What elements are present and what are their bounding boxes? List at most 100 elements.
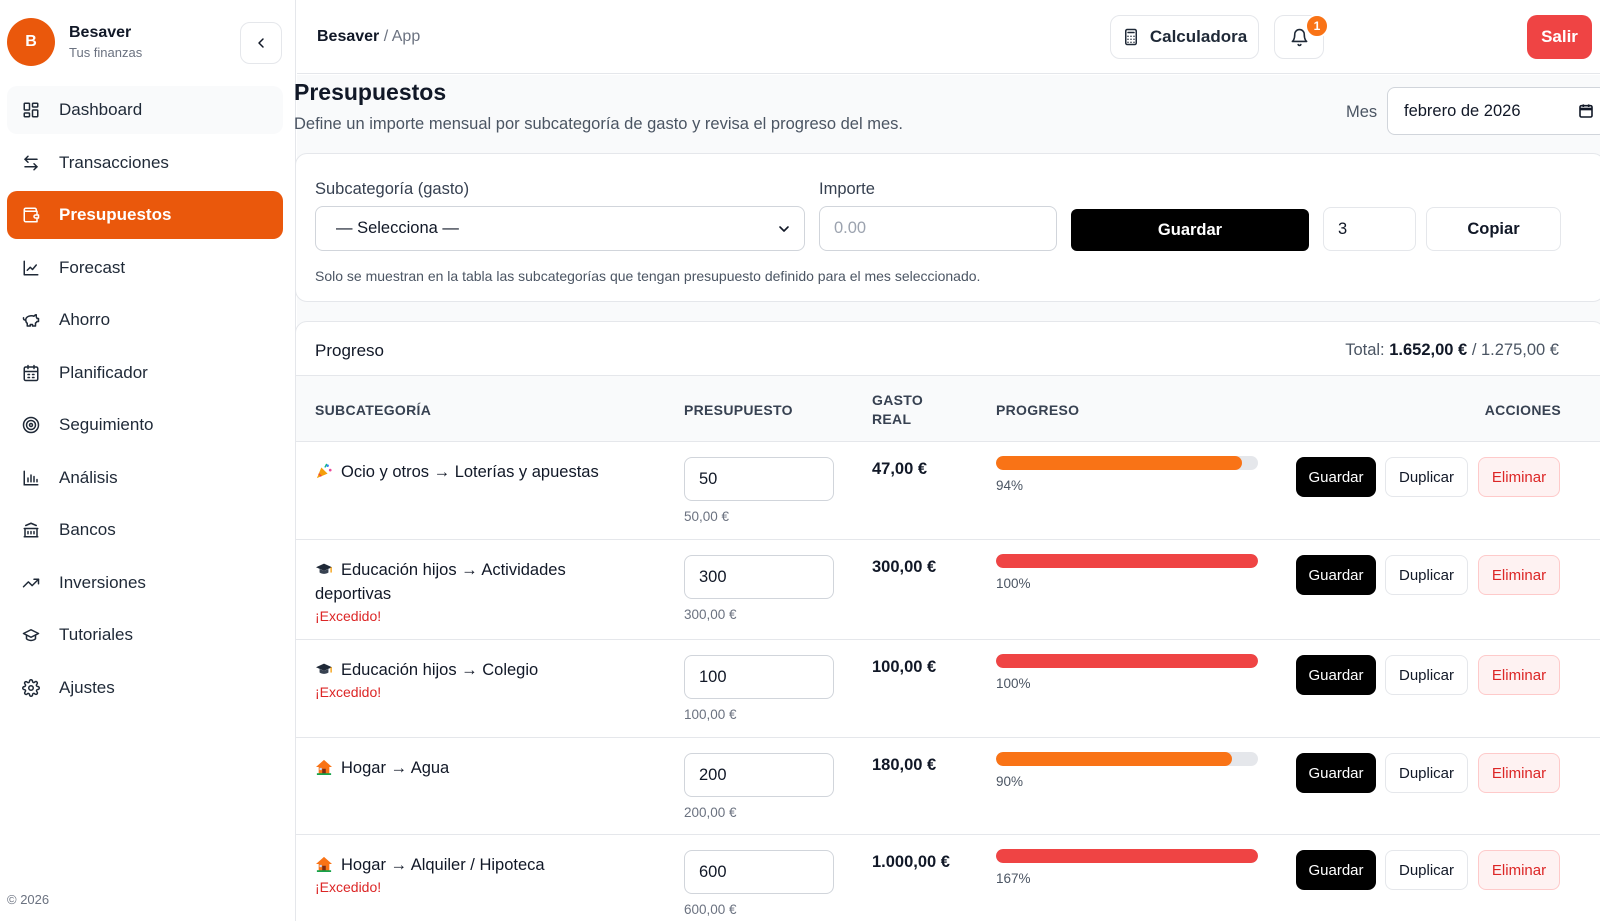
- row-exceeded-label: ¡Excedido!: [315, 684, 382, 700]
- row-budget-formatted: 100,00 €: [684, 707, 737, 722]
- sidebar-nav: Dashboard Transacciones Presupuestos For…: [7, 86, 283, 716]
- bank-icon: [21, 520, 41, 540]
- row-save-button[interactable]: Guardar: [1296, 850, 1376, 890]
- sidebar-item-forecast[interactable]: Forecast: [7, 244, 283, 292]
- row-progress-fill: [996, 456, 1243, 470]
- sidebar-item-ahorro[interactable]: Ahorro: [7, 296, 283, 344]
- sidebar-item-seguimiento[interactable]: Seguimiento: [7, 401, 283, 449]
- row-budget-input[interactable]: 300: [684, 555, 834, 599]
- brand-subtitle: Tus finanzas: [69, 45, 143, 60]
- sidebar-item-bancos[interactable]: Bancos: [7, 506, 283, 554]
- sidebar-item-inversiones[interactable]: Inversiones: [7, 559, 283, 607]
- sidebar-item-label: Transacciones: [59, 152, 169, 172]
- bar-chart-icon: [21, 468, 41, 488]
- row-real-spent: 100,00 €: [872, 658, 937, 676]
- table-row: Educación hijos → Colegio ¡Excedido! 100…: [296, 639, 1600, 737]
- subcategory-label: Subcategoría (gasto): [315, 180, 470, 198]
- row-progress-percent: 100%: [996, 576, 1031, 591]
- dashboard-icon: [21, 100, 41, 120]
- row-budget-input[interactable]: 100: [684, 655, 834, 699]
- brand-logo: B: [7, 18, 55, 66]
- row-subcategory-name: Ocio y otros → Loterías y apuestas: [341, 463, 599, 481]
- row-save-button[interactable]: Guardar: [1296, 753, 1376, 793]
- sidebar-item-tutoriales[interactable]: Tutoriales: [7, 611, 283, 659]
- row-delete-button[interactable]: Eliminar: [1478, 753, 1560, 793]
- breadcrumb-root[interactable]: Besaver: [317, 28, 379, 45]
- save-budget-button[interactable]: Guardar: [1071, 209, 1309, 251]
- row-save-button[interactable]: Guardar: [1296, 555, 1376, 595]
- month-picker[interactable]: febrero de 2026: [1387, 87, 1600, 135]
- row-delete-button[interactable]: Eliminar: [1478, 457, 1560, 497]
- row-duplicate-button[interactable]: Duplicar: [1385, 655, 1468, 695]
- row-real-spent: 47,00 €: [872, 460, 928, 478]
- house-icon: [316, 759, 332, 775]
- row-budget-input[interactable]: 200: [684, 753, 834, 797]
- row-save-button[interactable]: Guardar: [1296, 655, 1376, 695]
- total-budget: 1.275,00 €: [1481, 341, 1559, 359]
- row-delete-button[interactable]: Eliminar: [1478, 850, 1560, 890]
- calculator-label: Calculadora: [1149, 27, 1248, 46]
- sidebar-item-label: Inversiones: [59, 572, 146, 592]
- row-exceeded-label: ¡Excedido!: [315, 879, 382, 895]
- calculator-icon: [1124, 28, 1137, 46]
- party-popper-icon: [316, 463, 332, 479]
- amount-input[interactable]: [819, 206, 1057, 251]
- sidebar-item-label: Tutoriales: [59, 625, 134, 644]
- sidebar-item-ajustes[interactable]: Ajustes: [7, 664, 283, 712]
- row-save-button[interactable]: Guardar: [1296, 457, 1376, 497]
- row-budget-formatted: 50,00 €: [684, 509, 730, 524]
- row-subcategory: Ocio y otros → Loterías y apuestas: [315, 460, 625, 484]
- row-progress-bar: [996, 849, 1258, 863]
- row-delete-button[interactable]: Eliminar: [1478, 555, 1560, 595]
- row-budget-formatted: 200,00 €: [684, 805, 737, 820]
- row-subcategory: Hogar → Alquiler / Hipoteca: [315, 853, 625, 877]
- row-progress-fill: [996, 654, 1258, 668]
- brand[interactable]: B Besaver Tus finanzas: [7, 18, 142, 66]
- logout-button[interactable]: Salir: [1527, 15, 1592, 59]
- amount-label: Importe: [819, 180, 875, 198]
- row-delete-button[interactable]: Eliminar: [1478, 655, 1560, 695]
- chevron-left-icon: [258, 38, 264, 48]
- sidebar-item-presupuestos[interactable]: Presupuestos: [7, 191, 283, 239]
- table-row: Hogar → Agua 200 200,00 € 180,00 € 90% G…: [296, 737, 1600, 834]
- sidebar-item-planificador[interactable]: Planificador: [7, 349, 283, 397]
- row-duplicate-button[interactable]: Duplicar: [1385, 850, 1468, 890]
- sidebar-item-label: Dashboard: [59, 100, 143, 119]
- breadcrumb-separator: /: [383, 28, 389, 45]
- line-chart-icon: [21, 258, 41, 278]
- budget-form-card: Subcategoría (gasto) — Selecciona — Impo…: [295, 153, 1600, 302]
- house-icon: [316, 856, 332, 872]
- sidebar-item-transacciones[interactable]: Transacciones: [7, 139, 283, 187]
- column-budget: PRESUPUESTO: [684, 402, 793, 418]
- column-real-line2: REAL: [872, 411, 912, 427]
- subcategory-select[interactable]: — Selecciona —: [315, 206, 805, 251]
- row-subcategory-name: Hogar → Alquiler / Hipoteca: [341, 856, 545, 874]
- row-progress-percent: 100%: [996, 676, 1031, 691]
- copyright: © 2026: [7, 892, 50, 907]
- row-budget-input[interactable]: 50: [684, 457, 834, 501]
- row-duplicate-button[interactable]: Duplicar: [1385, 753, 1468, 793]
- table-row: Ocio y otros → Loterías y apuestas 50 50…: [296, 441, 1600, 539]
- graduation-cap-icon: [316, 663, 332, 674]
- row-subcategory-name: Hogar → Agua: [341, 759, 450, 777]
- month-value: febrero de 2026: [1404, 101, 1521, 120]
- sidebar-item-dashboard[interactable]: Dashboard: [7, 86, 283, 134]
- collapse-sidebar-button[interactable]: [240, 22, 282, 64]
- calendar-icon: [21, 363, 41, 383]
- row-real-spent: 300,00 €: [872, 558, 937, 576]
- row-real-spent: 1.000,00 €: [872, 853, 950, 871]
- row-duplicate-button[interactable]: Duplicar: [1385, 555, 1468, 595]
- calculator-button[interactable]: Calculadora: [1110, 15, 1259, 59]
- copy-months-input[interactable]: 3: [1323, 207, 1416, 251]
- chevron-down-icon: [779, 226, 789, 232]
- gear-icon: [21, 678, 41, 698]
- column-subcategory: SUBCATEGORÍA: [315, 402, 432, 418]
- copy-budget-button[interactable]: Copiar: [1426, 207, 1561, 251]
- sidebar-item-analisis[interactable]: Análisis: [7, 454, 283, 502]
- row-budget-input[interactable]: 600: [684, 850, 834, 894]
- row-duplicate-button[interactable]: Duplicar: [1385, 457, 1468, 497]
- row-exceeded-label: ¡Excedido!: [315, 608, 382, 624]
- row-progress-bar: [996, 752, 1258, 766]
- progress-title: Progreso: [315, 341, 384, 360]
- row-progress-fill: [996, 849, 1258, 863]
